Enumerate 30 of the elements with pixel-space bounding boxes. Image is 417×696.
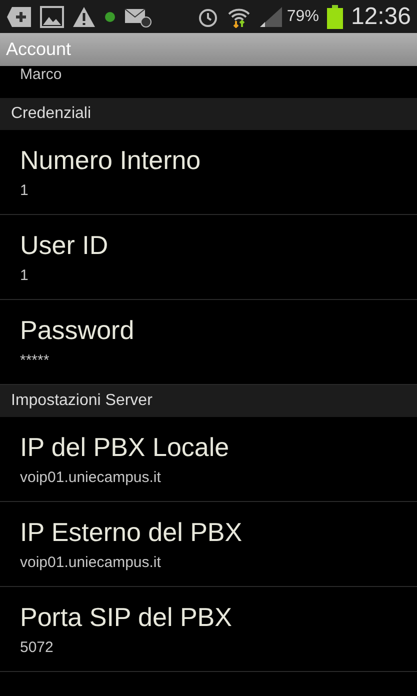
setting-item[interactable]: IP Esterno del PBX voip01.uniecampus.it	[0, 502, 417, 587]
image-icon	[40, 6, 64, 28]
signal-icon	[258, 6, 283, 28]
setting-item[interactable]: Porta SIP del PBX 5072	[0, 587, 417, 672]
email-icon	[124, 6, 152, 28]
setting-title: Numero Interno	[20, 145, 202, 176]
section-title: Impostazioni Server	[11, 392, 152, 410]
setting-item[interactable]: IP del PBX Locale voip01.uniecampus.it	[0, 417, 417, 502]
battery-icon	[326, 4, 343, 28]
setting-title: IP Esterno del PBX	[20, 517, 244, 548]
setting-summary: *****	[20, 352, 50, 369]
setting-summary: Marco	[20, 66, 62, 83]
setting-summary: 1	[20, 267, 30, 284]
setting-title: Password	[20, 315, 136, 346]
screen-title: Account	[6, 39, 72, 60]
setting-summary: voip01.uniecampus.it	[20, 469, 162, 486]
setting-item[interactable]: Numero Interno 1	[0, 130, 417, 215]
status-dot-icon	[104, 10, 116, 22]
setting-title: Porta SIP del PBX	[20, 602, 233, 633]
clock-time: 12:36	[350, 2, 411, 30]
setting-summary: 5072	[20, 639, 54, 656]
setting-item[interactable]: User ID 1	[0, 215, 417, 300]
setting-title: User ID	[20, 230, 110, 261]
warning-icon	[72, 6, 96, 28]
setting-title: IP del PBX Locale	[20, 432, 230, 463]
setting-summary: voip01.uniecampus.it	[20, 554, 162, 571]
section-title: Credenziali	[11, 105, 92, 123]
add-icon	[6, 6, 32, 28]
battery-percent: 79%	[286, 8, 319, 26]
setting-summary: 1	[20, 182, 30, 199]
